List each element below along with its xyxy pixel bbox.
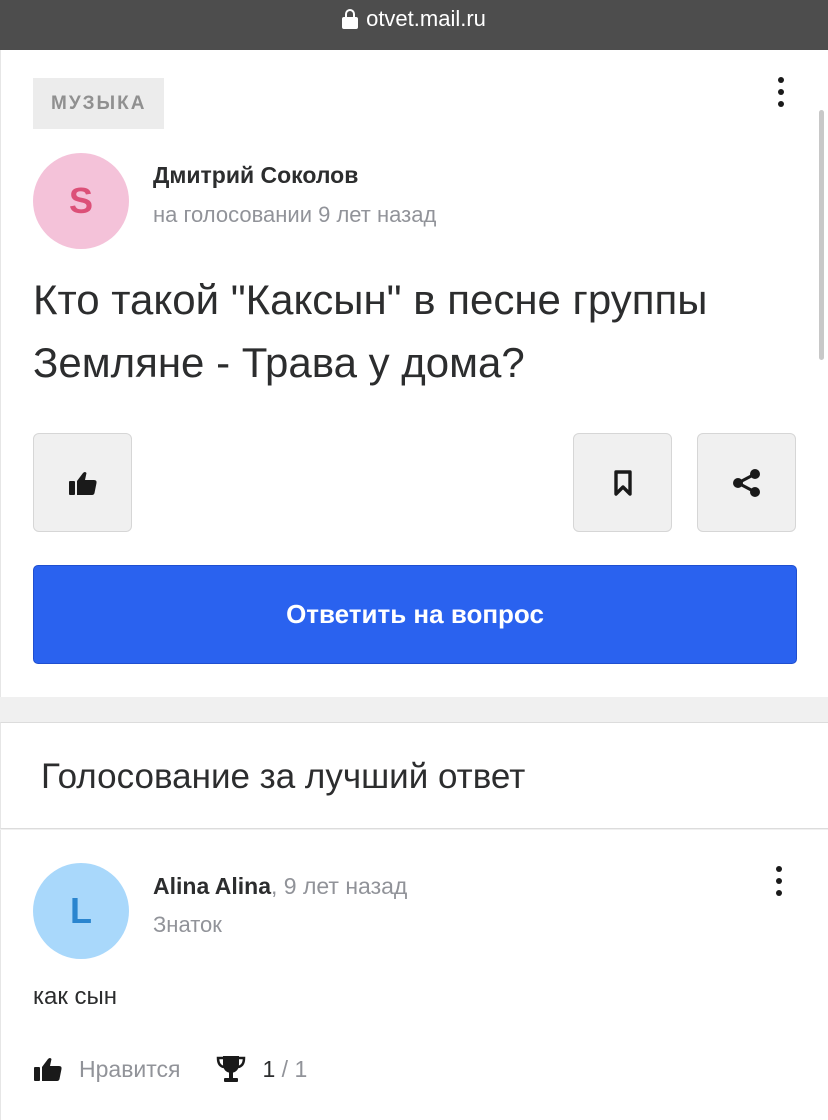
answer-time: , 9 лет назад — [271, 873, 408, 899]
question-status: на голосовании 9 лет назад — [153, 202, 437, 227]
voting-title: Голосование за лучший ответ — [41, 757, 526, 796]
browser-address-bar: otvet.mail.ru — [0, 0, 828, 50]
answer-author-avatar[interactable]: L — [33, 863, 129, 959]
bookmark-button[interactable] — [573, 433, 672, 532]
question-card: МУЗЫКА S Дмитрий Соколов на голосовании … — [0, 50, 828, 697]
thumbs-up-icon — [68, 471, 97, 495]
answer-author-rank: Знаток — [153, 912, 222, 937]
answer-text: как сын — [33, 983, 118, 1010]
url-text: otvet.mail.ru — [366, 6, 486, 31]
answer-author-line: Alina Alina, 9 лет назад — [153, 873, 407, 900]
category-badge[interactable]: МУЗЫКА — [33, 78, 165, 129]
voting-section-header: Голосование за лучший ответ — [0, 722, 828, 829]
question-more-icon[interactable] — [776, 77, 786, 107]
answer-actions: Нравится 1 / 1 — [33, 1052, 307, 1086]
bookmark-icon — [613, 469, 632, 496]
like-button[interactable] — [33, 433, 132, 532]
answer-more-icon[interactable] — [774, 866, 784, 896]
trophy-icon[interactable] — [215, 1054, 247, 1084]
author-avatar[interactable]: S — [33, 153, 129, 249]
answer-author-name[interactable]: Alina Alina — [153, 873, 271, 899]
vote-count: 1 / 1 — [263, 1056, 308, 1083]
author-name[interactable]: Дмитрий Соколов — [153, 162, 358, 189]
share-icon — [732, 468, 760, 497]
scrollbar[interactable] — [819, 110, 824, 360]
url-display[interactable]: otvet.mail.ru — [0, 6, 828, 32]
vote-count-current: 1 — [262, 1055, 276, 1082]
vote-count-total: / 1 — [275, 1055, 308, 1082]
like-label[interactable]: Нравится — [79, 1056, 181, 1083]
thumbs-up-icon[interactable] — [33, 1056, 63, 1082]
share-button[interactable] — [697, 433, 796, 532]
answer-question-button[interactable]: Ответить на вопрос — [33, 565, 797, 664]
answer-card: L Alina Alina, 9 лет назад Знаток как сы… — [0, 830, 828, 1120]
question-title: Кто такой "Каксын" в песне группы Землян… — [33, 276, 708, 386]
lock-icon — [342, 9, 359, 29]
